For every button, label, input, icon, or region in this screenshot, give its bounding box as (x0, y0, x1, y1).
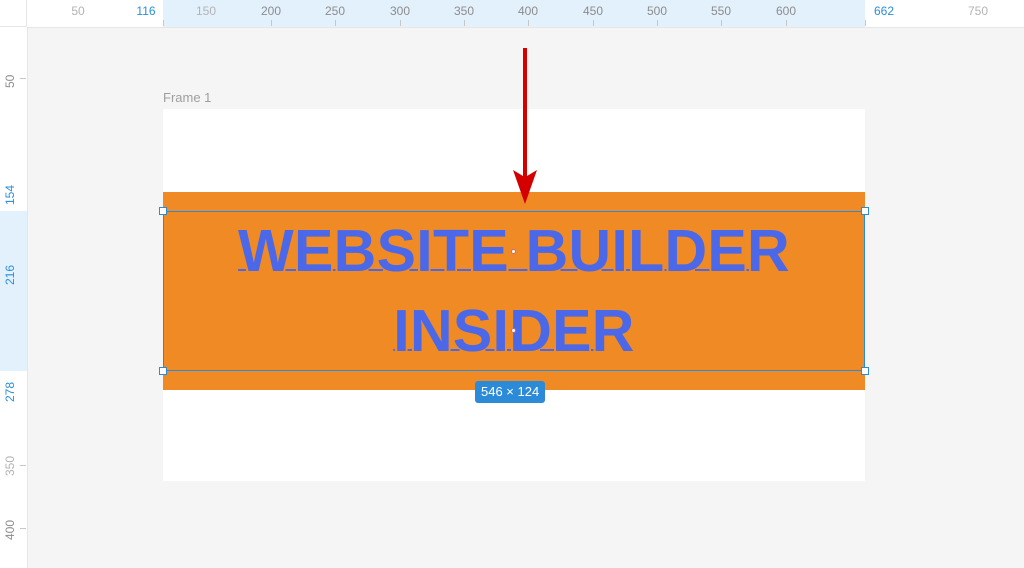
vertical-ruler-selection (0, 211, 27, 371)
ruler-mark (865, 20, 866, 26)
ruler-selection-end: 662 (873, 4, 895, 18)
horizontal-ruler[interactable]: 50 116 150 200 250 300 350 400 450 500 5… (0, 0, 1024, 28)
ruler-mark (528, 20, 529, 26)
ruler-mark (593, 20, 594, 26)
ruler-mark (786, 20, 787, 26)
ruler-mark (335, 20, 336, 26)
ruler-tick: 400 (517, 4, 539, 18)
ruler-tick: 250 (324, 4, 346, 18)
ruler-tick: 600 (775, 4, 797, 18)
resize-handle-bottom-right[interactable] (861, 367, 869, 375)
ruler-tick: 200 (260, 4, 282, 18)
ruler-tick: 350 (3, 455, 17, 476)
down-arrow-icon (513, 48, 537, 204)
resize-handle-bottom-left[interactable] (159, 367, 167, 375)
ruler-corner (0, 0, 27, 27)
ruler-mark (20, 528, 26, 529)
ruler-tick: 500 (646, 4, 668, 18)
frame-label[interactable]: Frame 1 (163, 90, 211, 105)
ruler-tick: 300 (389, 4, 411, 18)
ruler-tick: 550 (710, 4, 732, 18)
ruler-tick: 50 (3, 74, 17, 88)
ruler-tick: 150 (195, 4, 217, 18)
ruler-mark (20, 78, 26, 79)
ruler-selection-start: 116 (136, 4, 156, 18)
text-anchor-point[interactable] (511, 328, 516, 333)
ruler-mark (20, 465, 26, 466)
ruler-selection-mid: 216 (3, 264, 17, 285)
ruler-tick: 400 (3, 519, 17, 540)
size-badge: 546 × 124 (475, 381, 546, 403)
resize-handle-top-left[interactable] (159, 207, 167, 215)
ruler-selection-end: 278 (3, 381, 17, 402)
ruler-tick: 450 (582, 4, 604, 18)
ruler-mark (163, 20, 164, 26)
text-anchor-point[interactable] (511, 249, 516, 254)
ruler-tick: 50 (71, 4, 85, 18)
ruler-mark (400, 20, 401, 26)
ruler-tick: 350 (453, 4, 475, 18)
ruler-tick: 750 (967, 4, 989, 18)
ruler-mark (721, 20, 722, 26)
vertical-ruler[interactable] (0, 27, 28, 568)
selection-box[interactable] (163, 211, 865, 371)
resize-handle-top-right[interactable] (861, 207, 869, 215)
ruler-selection-start: 154 (3, 184, 17, 205)
ruler-mark (271, 20, 272, 26)
ruler-mark (464, 20, 465, 26)
ruler-mark (657, 20, 658, 26)
